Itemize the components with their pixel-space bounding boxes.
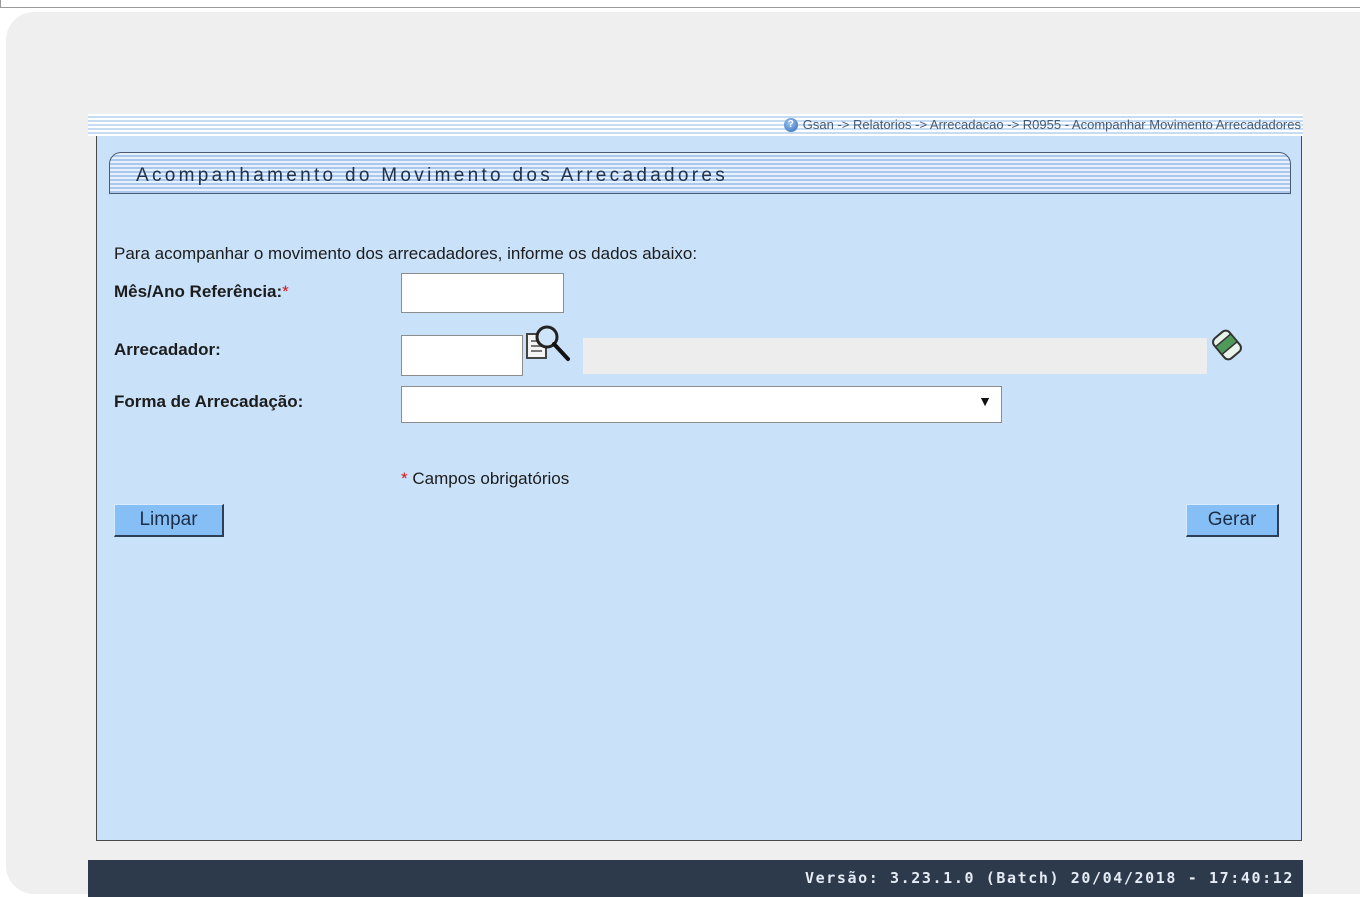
content-panel: Acompanhamento do Movimento dos Arrecada…: [96, 136, 1302, 841]
help-icon[interactable]: ?: [783, 117, 798, 132]
version-text: Versão: 3.23.1.0 (Batch) 20/04/2018 - 17…: [804, 869, 1294, 887]
breadcrumb-text: Gsan -> Relatorios -> Arrecadacao -> R09…: [802, 117, 1301, 132]
top-strip: [0, 0, 1360, 8]
title-tab: Acompanhamento do Movimento dos Arrecada…: [109, 152, 1291, 194]
chevron-down-icon[interactable]: ▼: [978, 393, 992, 409]
footer-bar: Versão: 3.23.1.0 (Batch) 20/04/2018 - 17…: [88, 860, 1303, 897]
app-frame: ? Gsan -> Relatorios -> Arrecadacao -> R…: [88, 114, 1303, 897]
eraser-icon[interactable]: [1209, 327, 1245, 363]
mes-ano-label-text: Mês/Ano Referência:: [114, 282, 283, 301]
breadcrumb: ? Gsan -> Relatorios -> Arrecadacao -> R…: [783, 117, 1301, 132]
forma-arrecadacao-select[interactable]: ▼: [401, 386, 1002, 423]
arrecadador-name-field: [583, 338, 1207, 374]
mes-ano-label: Mês/Ano Referência:*: [114, 282, 289, 302]
limpar-button[interactable]: Limpar: [114, 504, 224, 537]
mes-ano-input[interactable]: [401, 273, 564, 313]
required-note: * Campos obrigatórios: [401, 469, 569, 489]
breadcrumb-bar: ? Gsan -> Relatorios -> Arrecadacao -> R…: [88, 114, 1303, 136]
arrecadador-code-input[interactable]: [401, 335, 523, 376]
forma-label: Forma de Arrecadação:: [114, 392, 304, 411]
gerar-button[interactable]: Gerar: [1186, 504, 1279, 537]
arrecadador-label: Arrecadador:: [114, 340, 221, 359]
required-star: *: [282, 282, 289, 301]
required-note-text: Campos obrigatórios: [412, 469, 570, 488]
search-icon[interactable]: [525, 323, 573, 365]
outer-panel: ? Gsan -> Relatorios -> Arrecadacao -> R…: [6, 12, 1360, 897]
required-note-star: *: [401, 469, 408, 488]
page-title: Acompanhamento do Movimento dos Arrecada…: [136, 165, 729, 186]
intro-text: Para acompanhar o movimento dos arrecada…: [114, 244, 698, 263]
